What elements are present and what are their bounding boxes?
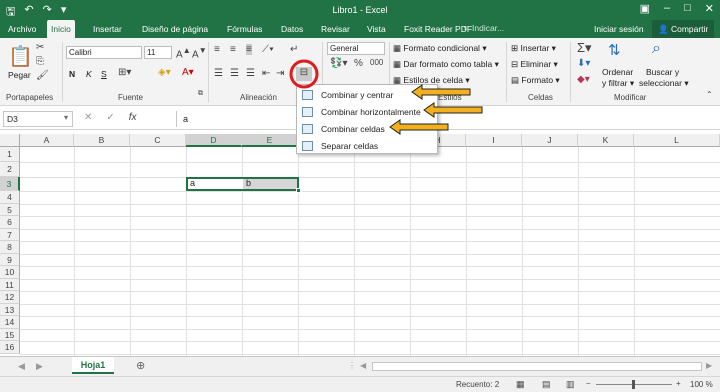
- highlight-circle: [289, 59, 319, 89]
- page-break-icon[interactable]: ▥: [566, 379, 575, 390]
- arrow-3: [389, 119, 449, 135]
- zoom-in-icon[interactable]: +: [676, 379, 681, 388]
- next-sheet-icon[interactable]: ▶: [36, 361, 43, 372]
- tab-splitter-icon[interactable]: ⋮: [348, 361, 356, 370]
- zoom-out-icon[interactable]: −: [586, 379, 591, 388]
- arrow-1: [411, 84, 471, 100]
- horizontal-scrollbar[interactable]: [372, 362, 702, 371]
- status-bar: Recuento: 2 ▦ ▤ ▥ − + 100 %: [0, 376, 720, 392]
- scroll-left-icon[interactable]: ◀: [360, 361, 366, 370]
- annotation-overlay: [289, 59, 483, 135]
- sheet-tab-bar: ◀ ▶ Hoja1 ⊕ ⋮ ◀ ▶: [0, 356, 720, 376]
- count-indicator: Recuento: 2: [456, 380, 500, 389]
- sheet-tab-hoja1[interactable]: Hoja1: [72, 357, 114, 374]
- zoom-slider-thumb[interactable]: [632, 380, 635, 389]
- normal-view-icon[interactable]: ▦: [516, 379, 525, 390]
- scroll-right-icon[interactable]: ▶: [706, 361, 712, 370]
- zoom-level[interactable]: 100 %: [690, 380, 713, 389]
- page-layout-icon[interactable]: ▤: [542, 379, 551, 390]
- prev-sheet-icon[interactable]: ◀: [18, 361, 25, 372]
- new-sheet-icon[interactable]: ⊕: [136, 359, 145, 372]
- arrow-2: [423, 102, 483, 118]
